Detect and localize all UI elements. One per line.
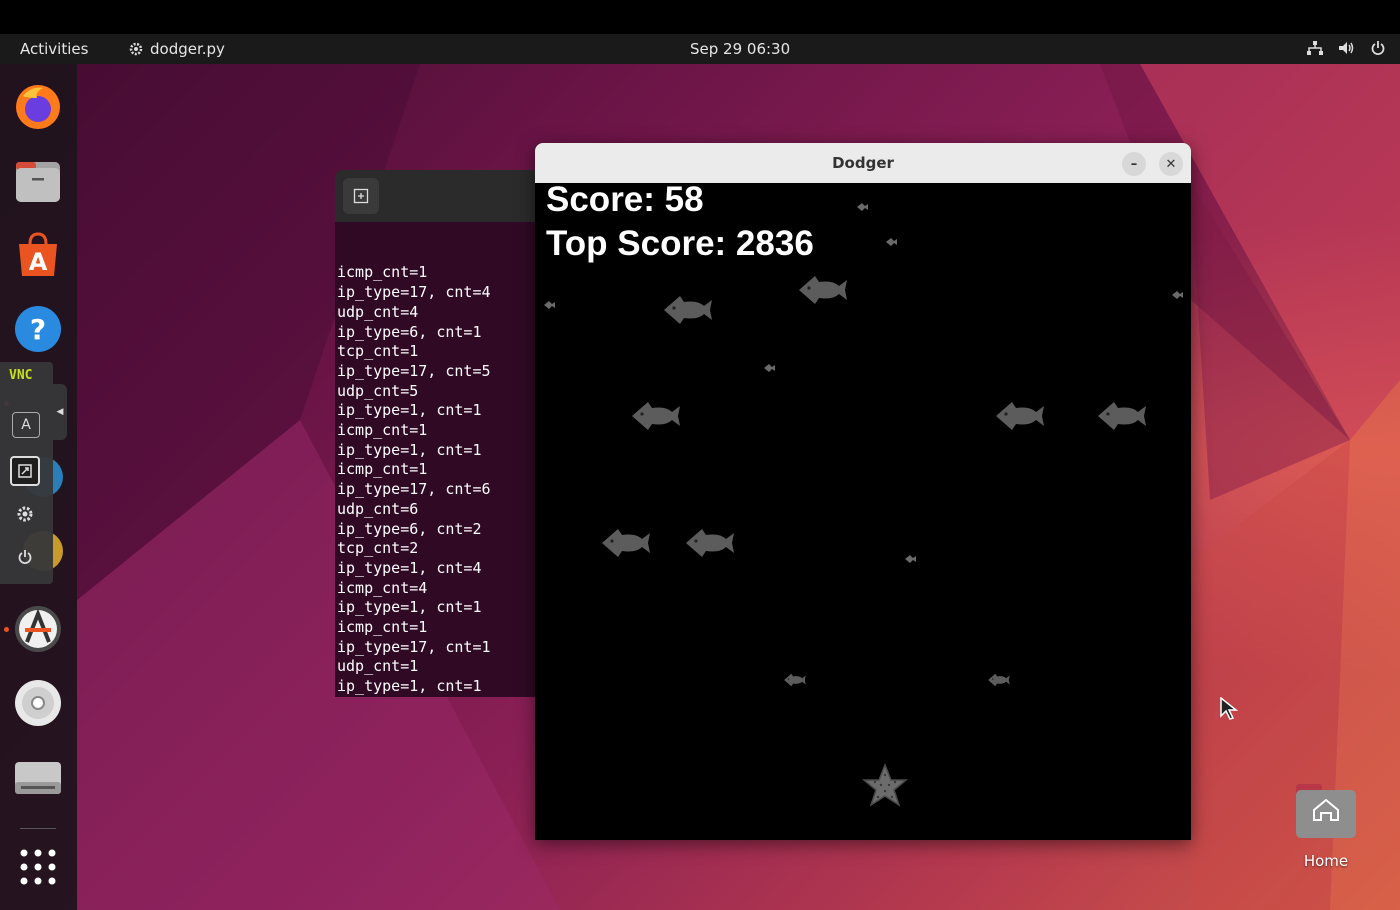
tiny-fish-baddie xyxy=(1172,291,1183,299)
fish-baddie xyxy=(996,402,1044,430)
tiny-fish-baddie xyxy=(886,238,897,246)
app-menu-label: dodger.py xyxy=(150,40,225,58)
terminal-line: ip_type=6, cnt=1 xyxy=(337,322,482,341)
network-icon xyxy=(1307,41,1323,55)
fish-baddie xyxy=(686,529,734,557)
settings-icon xyxy=(17,506,33,522)
software-updater-icon[interactable] xyxy=(13,604,63,654)
terminal-line: ip_type=1, cnt=1 xyxy=(337,440,482,459)
running-indicator xyxy=(4,627,9,632)
home-folder-icon xyxy=(1296,784,1356,838)
app-menu[interactable]: dodger.py xyxy=(128,40,225,58)
terminal-line: icmp_cnt=1 xyxy=(337,618,428,637)
terminal-line: ip_type=1, cnt=1 xyxy=(337,677,482,696)
terminal-line: ip_type=1, cnt=4 xyxy=(337,558,482,577)
tiny-fish-baddie xyxy=(764,364,775,372)
fish-baddie xyxy=(664,296,712,324)
new-tab-icon xyxy=(353,188,369,204)
top-bar: Activities dodger.py Sep 29 06:30 xyxy=(0,34,1400,64)
terminal-header xyxy=(335,170,550,222)
terminal-line: icmp_cnt=1 xyxy=(337,263,428,282)
terminal-line: ip_type=1, cnt=1 xyxy=(337,401,482,420)
disconnect-icon xyxy=(18,550,32,564)
close-icon: ✕ xyxy=(1165,156,1177,172)
terminal-output[interactable]: icmp_cnt=1 ip_type=17, cnt=4 udp_cnt=4 ip_t… xyxy=(335,222,550,697)
activities-button[interactable]: Activities xyxy=(20,40,88,58)
game-canvas[interactable]: Score: 58 Top Score: 2836 xyxy=(535,180,1191,840)
keyboard-icon: A xyxy=(21,417,31,433)
vnc-logo: VNC xyxy=(9,368,33,383)
vnc-settings-button[interactable] xyxy=(10,499,40,529)
terminal-line: ip_type=17, cnt=4 xyxy=(337,283,491,302)
gear-icon xyxy=(129,42,143,56)
terminal-line: udp_cnt=4 xyxy=(337,302,419,321)
new-tab-button[interactable] xyxy=(343,178,379,214)
fullscreen-icon xyxy=(18,464,32,478)
collapse-arrow-icon: ◀ xyxy=(56,407,64,417)
home-folder-label: Home xyxy=(1303,852,1349,870)
vnc-fullscreen-button[interactable] xyxy=(10,456,40,486)
fish-baddie xyxy=(1098,402,1146,430)
terminal-line: udp_cnt=6 xyxy=(337,499,419,518)
vnc-toolbar-handle[interactable]: ◀ xyxy=(53,384,67,440)
game-sprites xyxy=(544,203,1183,807)
fish-baddie xyxy=(799,276,847,304)
terminal-line: icmp_cnt=1 xyxy=(337,460,428,479)
system-tray[interactable] xyxy=(1306,40,1386,56)
minimize-button[interactable]: – xyxy=(1122,152,1146,176)
dock-separator xyxy=(20,828,56,829)
tiny-fish-baddie xyxy=(857,203,868,211)
terminal-line: ip_type=1, cnt=1 xyxy=(337,598,482,617)
screen-top-border xyxy=(0,0,1400,34)
fish-baddie xyxy=(988,673,1010,687)
terminal-line: icmp_cnt=4 xyxy=(337,578,428,597)
app-center-icon[interactable]: A xyxy=(13,230,63,280)
vnc-keyboard-button[interactable]: A xyxy=(12,412,40,438)
help-icon[interactable]: ? xyxy=(13,304,63,354)
vnc-toolbar: VNC A xyxy=(0,362,53,584)
window-title: Dodger xyxy=(832,154,894,172)
terminal-line: tcp_cnt=1 xyxy=(337,342,419,361)
clock[interactable]: Sep 29 06:30 xyxy=(690,40,790,58)
terminal-line: ip_type=17, cnt=6 xyxy=(337,480,491,499)
power-icon xyxy=(1371,41,1385,55)
terminal-line: tcp_cnt=2 xyxy=(337,539,419,558)
terminal-line: udp_cnt=5 xyxy=(337,381,419,400)
drive-icon[interactable] xyxy=(13,752,63,802)
svg-text:?: ? xyxy=(30,313,46,346)
dodger-window[interactable]: Dodger – ✕ Score: 58 Top Score: 2836 xyxy=(535,143,1191,840)
terminal-line: ip_type=6, cnt=2 xyxy=(337,519,482,538)
terminal-line: ip_type=17, cnt=5 xyxy=(337,361,491,380)
show-apps-icon[interactable] xyxy=(13,842,63,892)
svg-text:A: A xyxy=(29,248,48,276)
files-icon[interactable] xyxy=(13,156,63,206)
disc-icon[interactable] xyxy=(13,678,63,728)
mouse-cursor-icon xyxy=(1220,697,1238,720)
dodger-titlebar[interactable]: Dodger – ✕ xyxy=(535,143,1191,183)
close-button[interactable]: ✕ xyxy=(1159,152,1183,176)
fish-baddie xyxy=(784,673,806,687)
fish-baddie xyxy=(632,402,680,430)
tiny-fish-baddie xyxy=(544,301,555,309)
fish-baddie xyxy=(602,529,650,557)
firefox-icon[interactable] xyxy=(13,82,63,132)
tiny-fish-baddie xyxy=(905,555,916,563)
home-folder[interactable]: Home xyxy=(1290,780,1362,876)
volume-icon xyxy=(1339,42,1354,54)
vnc-disconnect-button[interactable] xyxy=(10,542,40,572)
terminal-window[interactable]: icmp_cnt=1 ip_type=17, cnt=4 udp_cnt=4 ip_t… xyxy=(335,170,550,697)
terminal-line: udp_cnt=1 xyxy=(337,657,419,676)
starfish-player xyxy=(861,762,909,807)
terminal-line: ip_type=17, cnt=1 xyxy=(337,637,491,656)
terminal-line: icmp_cnt=1 xyxy=(337,421,428,440)
minimize-icon: – xyxy=(1130,156,1138,172)
